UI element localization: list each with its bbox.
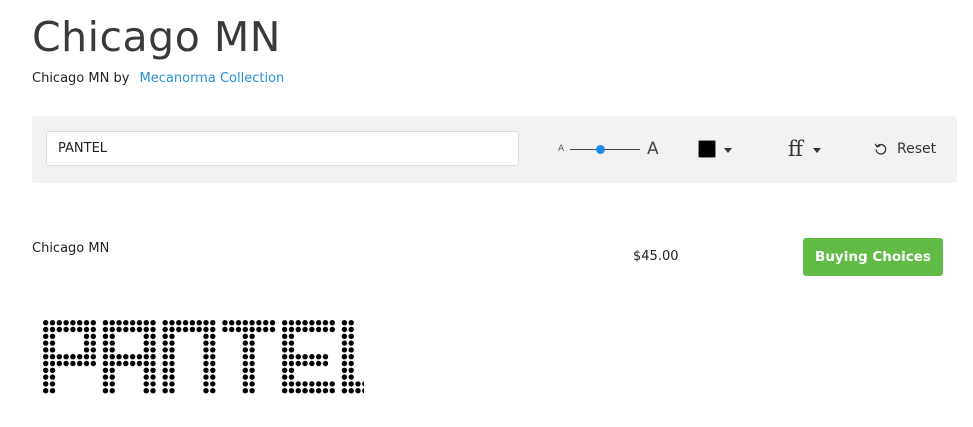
rotate-ccw-icon: [874, 143, 887, 155]
page-title: Chicago MN: [32, 13, 281, 61]
font-product-page: Chicago MN Chicago MN by Mecanorma Colle…: [0, 0, 973, 427]
size-large-label: A: [647, 139, 659, 159]
buying-choices-button[interactable]: Buying Choices: [803, 238, 943, 276]
chevron-down-icon: [724, 148, 732, 153]
slider-track[interactable]: [570, 149, 640, 150]
byline-prefix: Chicago MN by: [32, 71, 130, 86]
sample-glyph-p: [43, 320, 96, 394]
color-picker[interactable]: [698, 140, 738, 160]
preview-toolbar: A A ff Reset: [32, 116, 957, 183]
sample-glyph-l: [341, 320, 364, 394]
font-options-dropdown[interactable]: ff: [786, 136, 826, 162]
sample-glyph-t: [222, 320, 276, 394]
chevron-down-icon: [813, 148, 821, 153]
product-price: $45.00: [633, 249, 679, 264]
font-sample-preview: [43, 320, 364, 394]
reset-label: Reset: [897, 141, 937, 157]
preview-text-input[interactable]: [46, 131, 519, 166]
color-swatch[interactable]: [698, 140, 716, 158]
sample-glyph-a: [102, 320, 156, 394]
product-name: Chicago MN: [32, 241, 110, 256]
reset-button[interactable]: Reset: [874, 137, 936, 161]
size-small-label: A: [558, 144, 565, 154]
font-size-slider[interactable]: A A: [558, 136, 663, 162]
foundry-link[interactable]: Mecanorma Collection: [140, 71, 285, 86]
ligature-icon: ff: [788, 137, 803, 161]
byline: Chicago MN by Mecanorma Collection: [32, 71, 284, 86]
sample-glyph-e: [281, 320, 335, 394]
sample-glyph-n: [162, 320, 216, 394]
slider-handle[interactable]: [595, 145, 605, 154]
